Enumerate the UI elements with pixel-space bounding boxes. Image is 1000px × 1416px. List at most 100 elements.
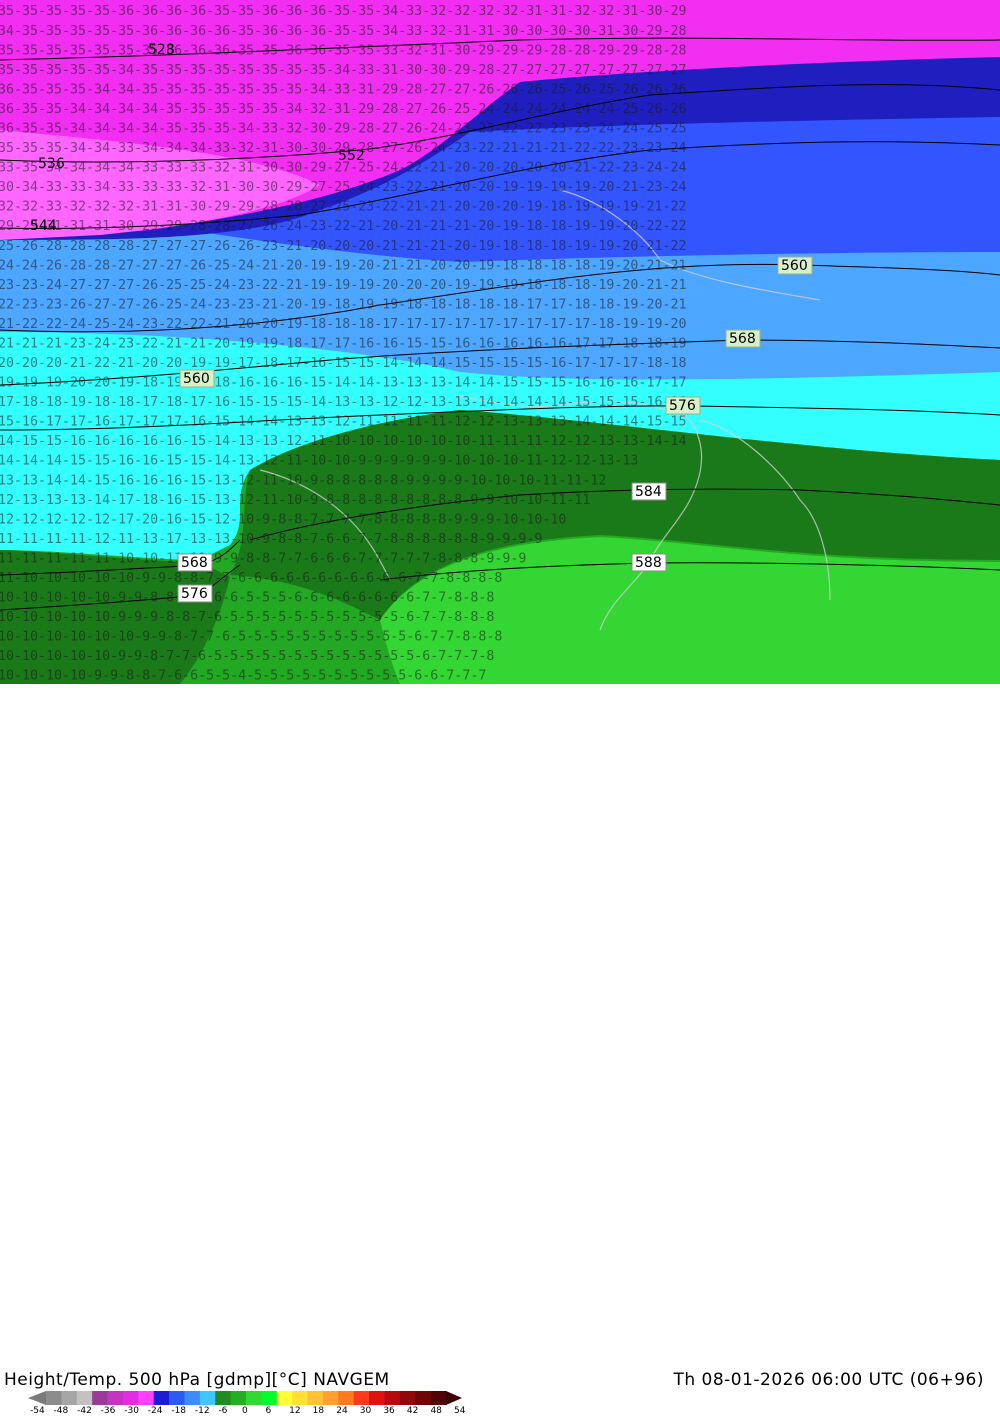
colorbar-swatch — [369, 1391, 385, 1405]
colorbar-swatch — [61, 1391, 78, 1405]
temperature-row: 19-19-19-20-20-19-18-19-19-18-16-16-16-1… — [0, 376, 686, 391]
colorbar-tick-label: 0 — [242, 1406, 248, 1416]
temperature-row: 36-35-35-34-34-34-34-35-35-35-35-35-34-3… — [0, 102, 686, 117]
colorbar-tick-label: -48 — [53, 1406, 69, 1416]
colorbar-tick-label: 54 — [454, 1406, 466, 1416]
temperature-row: 29-29-31-31-31-30-29-29-28-28-27-26-24-2… — [0, 219, 686, 234]
contour-label: 576 — [181, 586, 208, 602]
colorbar-arrow-right — [446, 1391, 462, 1405]
temperature-row: 36-35-35-35-34-34-35-35-35-35-35-35-35-3… — [0, 82, 686, 97]
colorbar-swatch — [153, 1391, 170, 1405]
colorbar-tick-label: 30 — [359, 1406, 372, 1416]
colorbar-tick-label: 18 — [312, 1406, 325, 1416]
contour-label-box: 560 — [179, 369, 215, 388]
colorbar-swatch — [122, 1391, 139, 1405]
colorbar-tick-label: -24 — [147, 1406, 163, 1416]
colorbar-swatch — [430, 1391, 447, 1405]
colorbar — [28, 1391, 462, 1405]
temperature-row: 11-11-11-11-12-11-13-17-13-13-10-9-8-8-7… — [0, 532, 542, 547]
colorbar-tick-label: -54 — [30, 1406, 45, 1416]
colorbar-tick-label: -18 — [171, 1406, 187, 1416]
contour-label: 536 — [38, 156, 65, 172]
colorbar-arrow-left — [28, 1391, 46, 1405]
colorbar-swatch — [138, 1391, 155, 1405]
footer: Height/Temp. 500 hPa [gdmp][°C] NAVGEM T… — [0, 684, 1000, 1416]
temperature-row: 35-35-35-35-35-35-35-36-36-36-35-35-36-3… — [0, 43, 686, 58]
temperature-row: 34-35-35-35-35-35-36-36-36-36-35-36-36-3… — [0, 24, 686, 39]
colorbar-swatch — [399, 1391, 416, 1405]
temperature-row: 15-16-17-17-16-17-17-17-16-15-14-14-13-1… — [0, 415, 686, 430]
colorbar-tick-label: 12 — [289, 1406, 301, 1416]
temperature-row: 21-22-22-24-25-24-23-22-22-21-20-20-19-1… — [0, 317, 686, 332]
colorbar-swatch — [261, 1391, 278, 1405]
temperature-row: 12-12-12-12-12-17-20-16-15-12-10-9-8-8-7… — [0, 512, 566, 527]
contour-label: 588 — [635, 555, 662, 571]
contour-label: 568 — [181, 555, 208, 571]
contour-label: 560 — [183, 371, 210, 387]
colorbar-swatch — [307, 1391, 324, 1405]
temperature-row: 10-10-10-10-10-9-9-9-8-8-7-6-5-5-5-5-5-5… — [0, 610, 494, 625]
contour-label: 576 — [669, 398, 696, 414]
colorbar-swatch — [322, 1391, 339, 1405]
colorbar-swatch — [169, 1391, 185, 1405]
contour-label-box: 560 — [777, 256, 813, 275]
contour-label-box: 584 — [631, 482, 667, 501]
colorbar-tick-label: -36 — [100, 1406, 116, 1416]
temperature-row: 36-35-35-34-34-34-34-35-35-35-34-33-32-3… — [0, 122, 686, 137]
colorbar-swatch — [46, 1391, 62, 1405]
temperature-row: 10-10-10-10-10-10-9-9-8-7-7-6-5-5-5-5-5-… — [0, 630, 502, 645]
forecast-datetime: Th 08-01-2026 06:00 UTC (06+96) — [673, 1370, 984, 1390]
temperature-row: 10-10-10-10-10-9-9-8-7-7-6-5-5-5-5-5-5-5… — [0, 649, 494, 664]
contour-label-box: 576 — [665, 396, 701, 415]
contour-label-box: 568 — [725, 329, 761, 348]
weather-map: 35-35-35-35-35-36-36-36-36-35-35-36-36-3… — [0, 0, 1000, 684]
temperature-row: 20-20-20-21-22-21-20-20-19-19-17-18-17-1… — [0, 356, 686, 371]
colorbar-tick-label: 24 — [336, 1406, 348, 1416]
temperature-row: 30-34-33-33-34-33-33-33-32-31-30-30-29-2… — [0, 180, 686, 195]
temperature-row: 17-18-18-19-18-18-17-18-17-16-15-15-15-1… — [0, 395, 686, 410]
colorbar-tick-label: 42 — [406, 1406, 419, 1416]
temperature-row: 14-14-14-15-15-16-16-15-15-14-13-12-11-1… — [0, 454, 638, 469]
contour-label: 568 — [729, 331, 756, 347]
colorbar-swatch — [107, 1391, 124, 1405]
temperature-row: 14-15-15-16-16-16-16-16-15-14-13-13-12-1… — [0, 434, 686, 449]
temperature-row: 22-23-23-26-27-27-26-25-24-23-23-21-20-1… — [0, 297, 686, 312]
contour-label-box: 576 — [177, 584, 213, 603]
chart-title: Height/Temp. 500 hPa [gdmp][°C] NAVGEM — [4, 1370, 390, 1390]
contour-label: 544 — [30, 218, 57, 234]
colorbar-tick-label: -30 — [124, 1406, 139, 1416]
colorbar-swatch — [215, 1391, 232, 1405]
colorbar-swatch — [76, 1391, 93, 1405]
temperature-row: 25-26-28-28-28-28-27-27-27-26-26-23-21-2… — [0, 239, 686, 254]
temperature-row: 10-10-10-10-9-9-8-8-7-6-6-5-5-4-5-5-5-5-… — [0, 669, 486, 684]
colorbar-tick-label: 48 — [430, 1406, 442, 1416]
colorbar-swatch — [230, 1391, 247, 1405]
colorbar-swatch — [92, 1391, 109, 1405]
colorbar-swatch — [384, 1391, 401, 1405]
contour-label: 584 — [635, 484, 662, 500]
colorbar-tick-label: 6 — [265, 1406, 272, 1416]
contour-label: 528 — [148, 42, 175, 58]
colorbar-swatch — [246, 1391, 262, 1405]
colorbar-swatch — [199, 1391, 216, 1405]
contour-label: 560 — [781, 258, 808, 274]
temperature-row: 13-13-14-14-15-16-16-16-15-13-12-11-10-9… — [0, 473, 606, 488]
temperature-row: 12-13-13-13-14-17-18-16-15-13-12-11-10-9… — [0, 493, 590, 508]
colorbar-swatch — [276, 1391, 293, 1405]
contour-label: 552 — [338, 148, 365, 164]
temperature-row: 21-21-21-23-24-23-22-21-21-20-19-19-18-1… — [0, 336, 686, 351]
colorbar-tick-label: -42 — [77, 1406, 92, 1416]
contour-label-box: 588 — [631, 553, 667, 572]
colorbar-swatch — [338, 1391, 355, 1405]
colorbar-swatch — [292, 1391, 309, 1405]
colorbar-tick-label: -6 — [218, 1406, 228, 1416]
temperature-row: 11-10-10-10-10-10-9-9-8-8-7-7-6-6-6-6-6-… — [0, 571, 502, 586]
temperature-row: 24-24-26-28-28-27-27-27-26-25-24-21-20-1… — [0, 258, 686, 273]
colorbar-tick-label: -12 — [194, 1406, 210, 1416]
temperature-row: 23-23-24-27-27-27-26-25-25-24-23-22-21-1… — [0, 278, 686, 293]
temperature-row: 35-35-35-35-35-36-36-36-36-35-35-36-36-3… — [0, 4, 686, 19]
temperature-row: 32-32-33-32-32-32-31-31-30-29-29-28-28-2… — [0, 200, 686, 215]
colorbar-swatch — [353, 1391, 370, 1405]
temperature-row: 10-10-10-10-10-9-9-8-8-8-7-6-6-5-5-5-6-6… — [0, 591, 494, 606]
temperature-row: 11-11-11-11-11-10-10-11-11-9-9-8-8-7-7-6… — [0, 551, 526, 566]
